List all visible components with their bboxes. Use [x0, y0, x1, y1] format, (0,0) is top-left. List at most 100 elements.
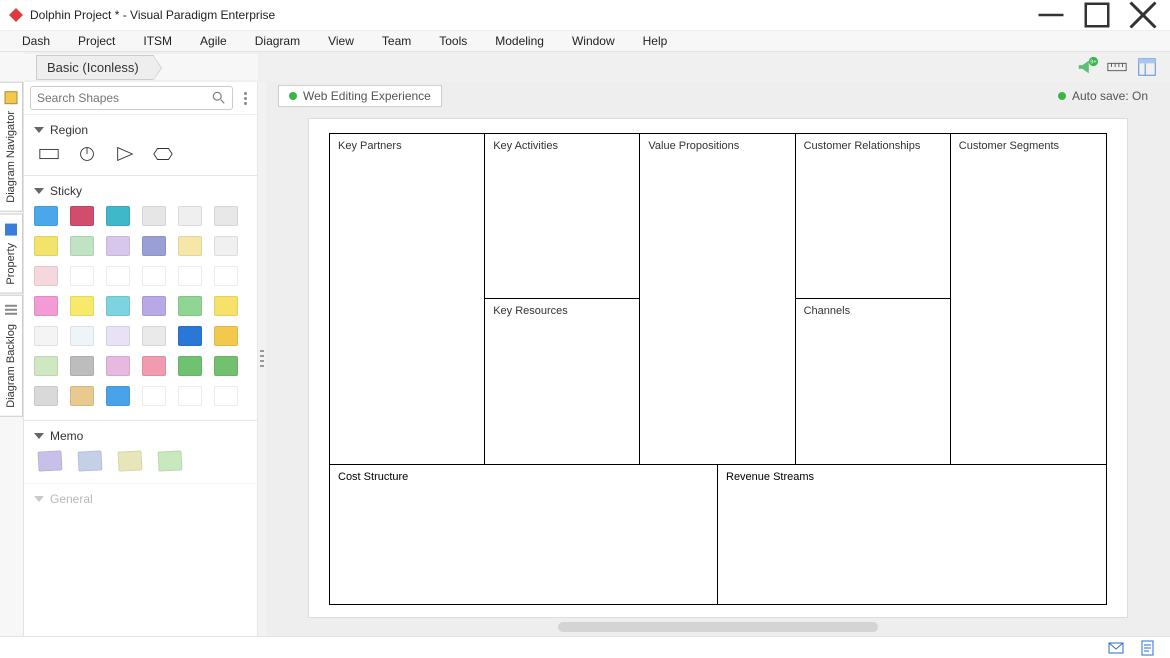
- status-web-editing[interactable]: Web Editing Experience: [278, 85, 442, 107]
- sticky-shape[interactable]: [178, 356, 202, 376]
- section-head-region[interactable]: Region: [34, 123, 247, 137]
- sticky-shape[interactable]: [178, 386, 202, 406]
- sticky-shape[interactable]: [106, 206, 130, 226]
- sticky-shape[interactable]: [106, 266, 130, 286]
- announce-icon[interactable]: 9+: [1076, 56, 1098, 78]
- sticky-shape[interactable]: [178, 236, 202, 256]
- status-dot-icon: [289, 92, 297, 100]
- sticky-shape[interactable]: [34, 206, 58, 226]
- sticky-shape[interactable]: [70, 266, 94, 286]
- menu-dash[interactable]: Dash: [8, 32, 64, 50]
- diagram-paper[interactable]: Key Partners Key Activities Key Resource…: [308, 118, 1128, 618]
- cell-customer-relationships[interactable]: Customer Relationships: [796, 134, 950, 299]
- sticky-shape[interactable]: [34, 236, 58, 256]
- cell-value-propositions[interactable]: Value Propositions: [640, 134, 795, 464]
- sticky-shape[interactable]: [214, 296, 238, 316]
- menu-help[interactable]: Help: [629, 32, 682, 50]
- section-head-sticky[interactable]: Sticky: [34, 184, 247, 198]
- minimize-button[interactable]: [1028, 0, 1074, 30]
- rail-tab-label: Diagram Navigator: [5, 111, 17, 203]
- menu-tools[interactable]: Tools: [425, 32, 481, 50]
- spacer: [258, 52, 1064, 82]
- hexagon-shape[interactable]: [152, 145, 174, 163]
- sticky-shape[interactable]: [142, 206, 166, 226]
- sticky-shape[interactable]: [178, 266, 202, 286]
- memo-shape[interactable]: [117, 450, 142, 471]
- more-menu-icon[interactable]: [239, 92, 251, 105]
- sticky-shape[interactable]: [106, 356, 130, 376]
- ruler-icon[interactable]: [1106, 56, 1128, 78]
- layout-icon[interactable]: [1136, 56, 1158, 78]
- sticky-shape[interactable]: [70, 296, 94, 316]
- sticky-shape[interactable]: [178, 326, 202, 346]
- sticky-shape[interactable]: [106, 296, 130, 316]
- sticky-shape[interactable]: [142, 326, 166, 346]
- section-head-memo[interactable]: Memo: [34, 429, 247, 443]
- sticky-shape[interactable]: [70, 386, 94, 406]
- sticky-shape[interactable]: [142, 386, 166, 406]
- sticky-shape[interactable]: [70, 236, 94, 256]
- sticky-shape[interactable]: [142, 266, 166, 286]
- cell-revenue-streams[interactable]: Revenue Streams: [718, 465, 1106, 604]
- horizontal-scrollbar[interactable]: [558, 622, 878, 632]
- cell-cost-structure[interactable]: Cost Structure: [330, 465, 718, 604]
- sticky-shape[interactable]: [70, 206, 94, 226]
- status-autosave[interactable]: Auto save: On: [1048, 86, 1158, 106]
- memo-shape[interactable]: [37, 450, 62, 471]
- sticky-shape[interactable]: [106, 386, 130, 406]
- close-button[interactable]: [1120, 0, 1166, 30]
- note-icon[interactable]: [1140, 640, 1156, 656]
- memo-shape[interactable]: [77, 450, 102, 471]
- section-head-general[interactable]: General: [34, 492, 247, 506]
- cell-key-activities[interactable]: Key Activities: [485, 134, 639, 299]
- menu-itsm[interactable]: ITSM: [129, 32, 186, 50]
- section-label: Memo: [50, 429, 83, 443]
- cell-channels[interactable]: Channels: [796, 299, 950, 464]
- cell-key-resources[interactable]: Key Resources: [485, 299, 639, 464]
- rail-tab-property[interactable]: Property: [0, 214, 23, 294]
- sticky-shape[interactable]: [142, 356, 166, 376]
- sticky-shape[interactable]: [34, 386, 58, 406]
- sticky-shape[interactable]: [214, 386, 238, 406]
- sticky-shape[interactable]: [34, 326, 58, 346]
- sticky-shape[interactable]: [34, 296, 58, 316]
- sticky-shape[interactable]: [34, 356, 58, 376]
- sticky-shape[interactable]: [34, 266, 58, 286]
- circle-shape[interactable]: [76, 145, 98, 163]
- sticky-shape[interactable]: [142, 236, 166, 256]
- menu-window[interactable]: Window: [558, 32, 629, 50]
- sticky-shape[interactable]: [178, 206, 202, 226]
- search-box[interactable]: [30, 86, 233, 110]
- menu-project[interactable]: Project: [64, 32, 129, 50]
- sticky-shape[interactable]: [214, 326, 238, 346]
- sticky-shape[interactable]: [214, 356, 238, 376]
- maximize-button[interactable]: [1074, 0, 1120, 30]
- mail-icon[interactable]: [1108, 640, 1124, 656]
- cell-key-partners[interactable]: Key Partners: [330, 134, 485, 464]
- breadcrumb-current[interactable]: Basic (Iconless): [36, 55, 154, 80]
- menu-view[interactable]: View: [314, 32, 368, 50]
- rail-tab-diagram-navigator[interactable]: Diagram Navigator: [0, 82, 23, 212]
- triangle-shape[interactable]: [114, 145, 136, 163]
- breadcrumb-toolbar-row: Basic (Iconless) 9+: [0, 52, 1170, 82]
- sticky-shape[interactable]: [214, 266, 238, 286]
- sticky-shape[interactable]: [178, 296, 202, 316]
- sticky-shape[interactable]: [214, 206, 238, 226]
- menu-agile[interactable]: Agile: [186, 32, 241, 50]
- sticky-shape[interactable]: [106, 236, 130, 256]
- memo-shape[interactable]: [157, 450, 182, 471]
- sticky-shape[interactable]: [214, 236, 238, 256]
- menu-team[interactable]: Team: [368, 32, 425, 50]
- cell-customer-segments[interactable]: Customer Segments: [951, 134, 1106, 464]
- search-input[interactable]: [37, 91, 212, 105]
- sidebar-resize-grip[interactable]: [258, 82, 266, 636]
- menu-modeling[interactable]: Modeling: [481, 32, 558, 50]
- menu-diagram[interactable]: Diagram: [241, 32, 314, 50]
- sticky-shape[interactable]: [142, 296, 166, 316]
- rect-shape[interactable]: [38, 145, 60, 163]
- rail-tab-diagram-backlog[interactable]: Diagram Backlog: [0, 295, 23, 417]
- canvas-scroll[interactable]: Key Partners Key Activities Key Resource…: [266, 110, 1170, 636]
- sticky-shape[interactable]: [70, 356, 94, 376]
- sticky-shape[interactable]: [70, 326, 94, 346]
- sticky-shape[interactable]: [106, 326, 130, 346]
